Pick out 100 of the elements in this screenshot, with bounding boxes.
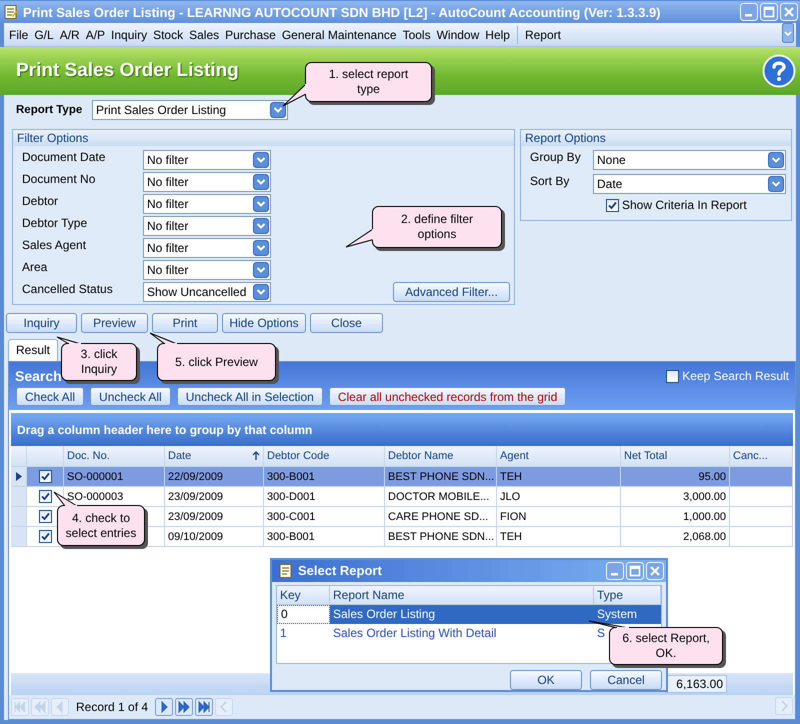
next-page-icon[interactable] [175, 698, 194, 716]
maximize-icon[interactable] [760, 3, 778, 21]
table-cell: TEH [497, 467, 621, 487]
callout-text: 1. select report type [328, 67, 410, 97]
column-header[interactable]: Debtor Code [264, 446, 385, 467]
dropdown[interactable]: No filter [143, 194, 271, 214]
action-button[interactable]: Uncheck All in Selection [176, 387, 323, 406]
action-button[interactable]: Clear all unchecked records from the grid [328, 387, 566, 406]
checkbox[interactable] [38, 490, 52, 503]
list-row[interactable]: 0 Sales Order Listing System [277, 604, 661, 624]
menu-item[interactable]: File [6, 26, 32, 44]
menu-item[interactable]: G/L [31, 26, 57, 44]
table-cell: 300-C001 [264, 507, 385, 527]
document-icon [278, 562, 294, 579]
document-icon [3, 4, 19, 20]
column-header[interactable]: Debtor Name [385, 446, 497, 467]
menu-item[interactable]: Window [434, 26, 482, 44]
table-cell: FION [497, 507, 621, 527]
field-label: Area [22, 260, 48, 274]
close-icon[interactable] [780, 3, 798, 21]
minimize-icon[interactable] [740, 3, 758, 21]
action-button[interactable]: Close [310, 313, 383, 333]
field-label: Sort By [530, 174, 570, 188]
checkbox[interactable] [38, 510, 52, 523]
dialog-button[interactable]: OK [510, 670, 582, 690]
record-count: Record 1 of 4 [75, 700, 150, 714]
column-header[interactable]: Report Name [330, 586, 594, 605]
menu-item[interactable]: A/P [82, 26, 108, 44]
overflow-button[interactable] [782, 23, 794, 46]
menu-item[interactable]: Purchase [222, 26, 279, 44]
table-row[interactable]: SO-000001 22/09/2009 300-B001 BEST PHONE SDN... TEH 95.00 [11, 467, 793, 487]
dropdown[interactable]: No filter [143, 172, 271, 192]
chevron-down-icon [782, 23, 794, 43]
table-cell-text: S [596, 625, 606, 642]
table-cell: 1,000.00 [621, 507, 730, 527]
dialog-button[interactable]: Cancel [590, 670, 662, 690]
field-label: Document Date [22, 150, 106, 164]
list-row[interactable]: 1 Sales Order Listing With Detail S [277, 624, 608, 643]
menu-item[interactable]: A/R [56, 26, 83, 44]
column-header[interactable]: Agent [497, 446, 621, 467]
column-header[interactable]: Doc. No. [64, 446, 165, 467]
caret-icon [253, 152, 269, 168]
column-header[interactable]: Canc... [730, 446, 793, 467]
row-indicator [11, 507, 27, 527]
checkbox[interactable] [38, 530, 52, 543]
help-icon[interactable] [762, 54, 796, 88]
action-button[interactable]: Print [152, 313, 218, 333]
checkbox[interactable] [38, 470, 52, 483]
action-button[interactable]: Uncheck All [90, 387, 171, 406]
page-title: Print Sales Order Listing [15, 60, 239, 82]
checkbox-label: Show Criteria In Report [622, 198, 747, 212]
checkbox[interactable] [666, 370, 680, 382]
dropdown[interactable]: Date [593, 174, 786, 194]
checkbox[interactable] [606, 198, 619, 212]
table-cell: 300-B001 [264, 527, 385, 547]
dropdown[interactable]: Show Uncancelled [143, 282, 271, 302]
callout-text: 2. define filter options [400, 212, 474, 242]
menu-item[interactable]: Help [482, 26, 513, 44]
table-cell: SO-000001 [64, 467, 165, 487]
column-header[interactable]: Date [165, 446, 264, 467]
close-icon[interactable] [646, 562, 664, 580]
table-cell: 3,000.00 [621, 487, 730, 507]
field-label: Cancelled Status [22, 282, 114, 296]
minimize-icon[interactable] [606, 562, 624, 580]
menu-item[interactable]: Tools [400, 26, 434, 44]
table-cell: 09/10/2009 [165, 527, 264, 547]
dropdown[interactable]: Print Sales Order Listing [92, 100, 288, 120]
next-record-icon[interactable] [155, 698, 174, 716]
dropdown[interactable]: None [593, 150, 786, 170]
column-header[interactable]: Net Total [621, 446, 730, 467]
window-title: Print Sales Order Listing - LEARNNG AUTOCOUNT SDN BHD [L2] - AutoCount Accounting (Ver: 1.3.3.9) [23, 4, 662, 20]
dropdown[interactable]: No filter [143, 260, 271, 280]
menu-item[interactable]: Sales [186, 26, 222, 44]
action-button[interactable]: Hide Options [222, 313, 306, 333]
row-pointer-icon [16, 472, 22, 481]
tab[interactable]: Result [8, 339, 58, 361]
action-button[interactable]: Preview [81, 313, 148, 333]
maximize-icon[interactable] [626, 562, 644, 580]
table-cell: 2,068.00 [621, 527, 730, 547]
field-label: Debtor Type [22, 216, 88, 230]
menu-item[interactable]: Stock [150, 26, 186, 44]
hint-text: Drag a column header here to group by that column [17, 422, 312, 436]
column-header[interactable]: Key [277, 586, 330, 605]
table-cell: JLO [497, 487, 621, 507]
table-cell: BEST PHONE SDN... [385, 467, 497, 487]
last-record-icon[interactable] [195, 698, 214, 716]
dropdown[interactable]: No filter [143, 216, 271, 236]
action-button[interactable]: Check All [16, 387, 84, 406]
menu-item[interactable]: Inquiry [108, 26, 150, 44]
action-button[interactable]: Inquiry [6, 313, 77, 333]
menu-item[interactable]: Report [522, 26, 564, 44]
field-label: Sales Agent [22, 238, 88, 252]
column-header[interactable]: Type [594, 586, 661, 605]
dropdown[interactable]: No filter [143, 150, 271, 170]
dropdown[interactable]: No filter [143, 238, 271, 258]
table-cell: TEH [497, 527, 621, 547]
menu-item[interactable]: General Maintenance [278, 26, 400, 44]
total-value: 6,163.00 [665, 675, 727, 693]
advanced-filter-button[interactable]: Advanced Filter... [393, 282, 510, 302]
panel-title: Report Options [521, 130, 791, 146]
